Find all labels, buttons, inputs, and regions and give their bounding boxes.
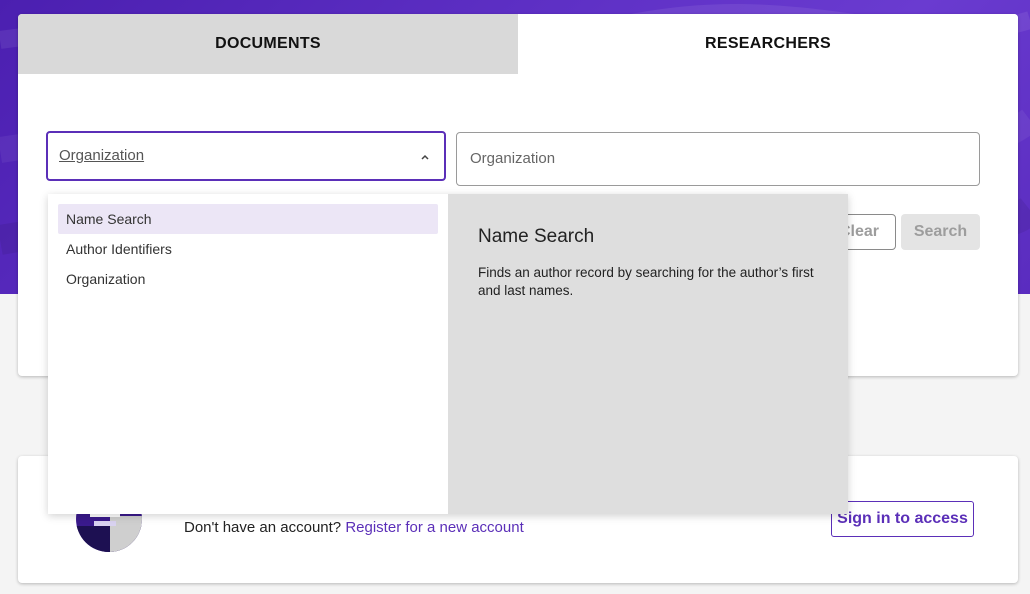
option-detail-title: Name Search [478, 226, 595, 247]
search-type-value: Organization [59, 147, 145, 164]
search-type-select[interactable]: Organization [46, 131, 446, 181]
tab-documents[interactable]: DOCUMENTS [18, 14, 518, 74]
account-prompt: Don't have an account? Register for a ne… [184, 519, 524, 536]
page: DOCUMENTS RESEARCHERS Organization Clear… [0, 0, 1030, 594]
search-type-dropdown: Name Search Author Identifiers Organizat… [48, 194, 848, 514]
search-input[interactable] [468, 149, 962, 168]
account-prompt-text: Don't have an account? [184, 519, 342, 536]
option-detail-description: Finds an author record by searching for … [478, 265, 814, 298]
option-name-search[interactable]: Name Search [58, 204, 438, 234]
chevron-up-icon [421, 154, 429, 160]
option-organization[interactable]: Organization [58, 264, 438, 294]
tab-researchers[interactable]: RESEARCHERS [518, 14, 1018, 74]
search-button[interactable]: Search [901, 214, 980, 250]
option-detail-panel: Name Search Finds an author record by se… [448, 194, 848, 514]
search-tabs: DOCUMENTS RESEARCHERS [18, 14, 1018, 74]
option-author-identifiers[interactable]: Author Identifiers [58, 234, 438, 264]
dropdown-options: Name Search Author Identifiers Organizat… [48, 194, 448, 514]
register-link[interactable]: Register for a new account [345, 519, 523, 536]
search-input-field[interactable] [456, 132, 980, 186]
sign-in-button[interactable]: Sign in to access [831, 501, 974, 537]
